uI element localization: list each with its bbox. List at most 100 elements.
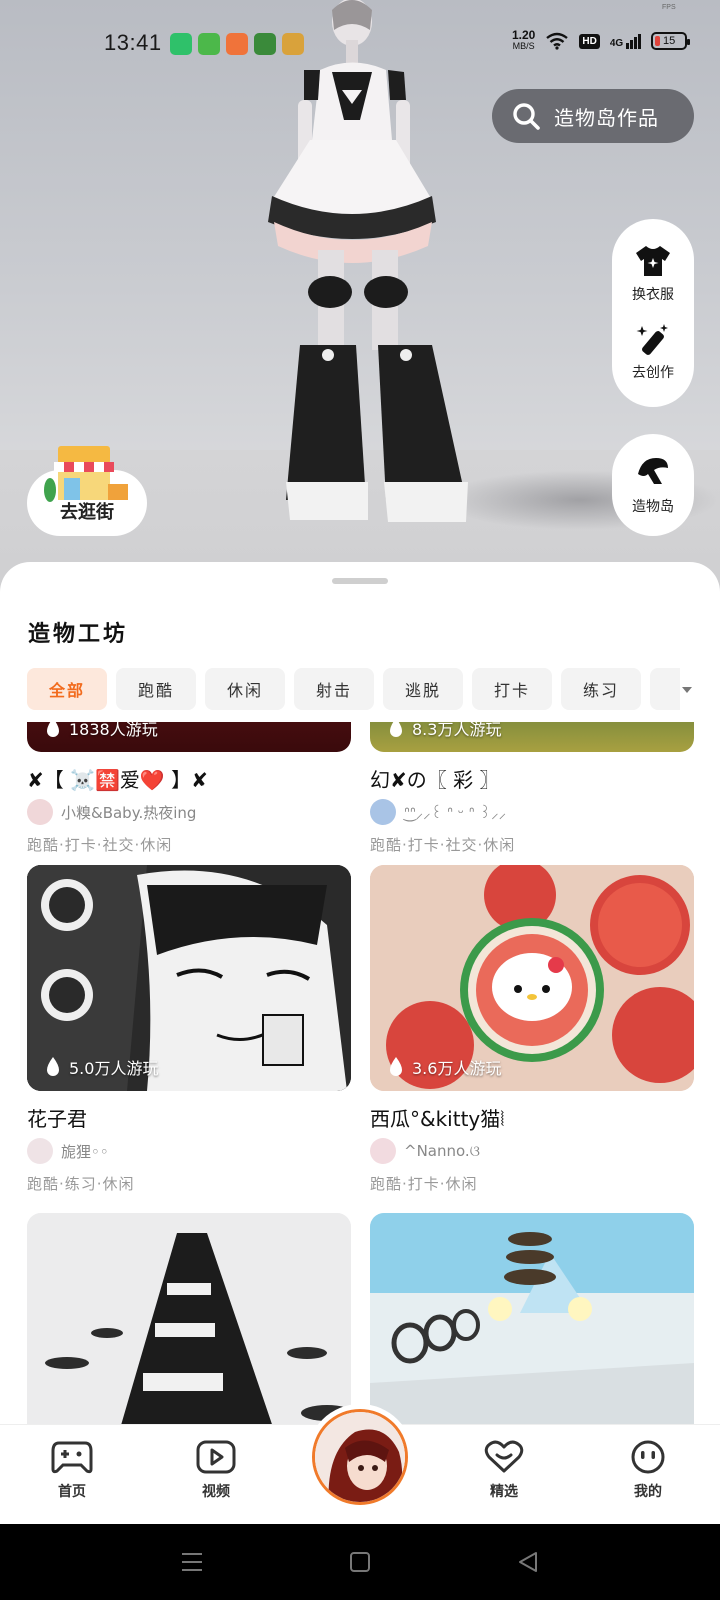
- filter-tab-shooting[interactable]: 射击: [294, 668, 374, 710]
- battery-icon: 15: [651, 32, 691, 50]
- work-title: ✘【 ☠️🈲爱❤️ 】✘: [27, 768, 208, 792]
- filter-tab-escape[interactable]: 逃脱: [383, 668, 463, 710]
- center-avatar: [312, 1409, 408, 1505]
- work-author[interactable]: ^Nanno.ଓ: [370, 1137, 694, 1165]
- work-tags: 跑酷·打卡·社交·休闲: [370, 836, 516, 854]
- search-works-button[interactable]: 造物岛作品: [492, 89, 694, 143]
- net-speed-value: 1.20: [512, 28, 536, 42]
- system-nav-bar: [0, 1524, 720, 1600]
- nav-mine[interactable]: 我的: [608, 1439, 688, 1501]
- work-card[interactable]: 1838人游玩 ✘【 ☠️🈲爱❤️ 】✘ 小糗&Baby.热夜ing 跑酷·打卡…: [27, 722, 351, 855]
- play-count-text: 8.3万人游玩: [412, 722, 502, 739]
- work-thumbnail[interactable]: [27, 1213, 351, 1424]
- side-tools-panel: 换衣服 去创作: [612, 219, 694, 407]
- play-count-text: 5.0万人游玩: [69, 1059, 159, 1078]
- work-title: 西瓜°&kitty猫⦚: [370, 1107, 505, 1131]
- filter-tab-practice[interactable]: 练习: [561, 668, 641, 710]
- go-create-button[interactable]: 去创作: [632, 322, 674, 382]
- work-thumbnail[interactable]: 3.6万人游玩: [370, 865, 694, 1091]
- change-clothes-label: 换衣服: [632, 287, 674, 303]
- flame-icon: [390, 722, 402, 737]
- back-triangle-icon[interactable]: [514, 1548, 542, 1576]
- smile-face-icon: [631, 1440, 665, 1474]
- notif-app-icon: [170, 33, 192, 55]
- nav-video[interactable]: 视频: [176, 1439, 256, 1501]
- filter-tab-casual[interactable]: 休闲: [205, 668, 285, 710]
- net-speed-unit: MB/S: [512, 41, 535, 51]
- net-speed: 1.20 MB/S: [512, 28, 536, 52]
- nav-mine-label: 我的: [634, 1484, 662, 1500]
- work-author[interactable]: 旎狸◦◦: [27, 1137, 351, 1165]
- author-avatar: [370, 799, 396, 825]
- menu-icon[interactable]: [178, 1548, 206, 1576]
- work-tags: 跑酷·打卡·社交·休闲: [27, 836, 173, 854]
- play-count: 8.3万人游玩: [388, 722, 501, 740]
- shop-icon: [44, 446, 128, 502]
- status-indicators: 1.20 MB/S HD 4G 15: [512, 28, 691, 52]
- notification-icons: [170, 33, 304, 55]
- nav-video-label: 视频: [202, 1484, 230, 1500]
- fps-label: FPS: [662, 4, 676, 11]
- magic-wand-icon: [636, 324, 668, 355]
- filter-tab-parkour[interactable]: 跑酷: [116, 668, 196, 710]
- work-tags: 跑酷·打卡·休闲: [370, 1175, 478, 1193]
- notif-app-icon: [198, 33, 220, 55]
- work-thumbnail[interactable]: 5.0万人游玩: [27, 865, 351, 1091]
- play-count-text: 1838人游玩: [69, 722, 158, 739]
- signal-icon: 4G: [609, 33, 642, 49]
- work-author[interactable]: 小糗&Baby.热夜ing: [27, 798, 351, 826]
- filter-expand-button[interactable]: [672, 672, 702, 708]
- notif-app-icon: [254, 33, 276, 55]
- ice-track-artwork: [370, 1213, 694, 1424]
- avatar-portrait: [315, 1412, 405, 1502]
- play-count: 1838人游玩: [45, 722, 158, 740]
- work-title: 幻✘の〖 彩 〗: [370, 768, 500, 792]
- search-icon: [513, 103, 540, 130]
- play-count: 5.0万人游玩: [45, 1055, 158, 1079]
- work-card[interactable]: 3.6万人游玩 西瓜°&kitty猫⦚ ^Nanno.ଓ 跑酷·打卡·休闲: [370, 865, 694, 1194]
- work-tags: 跑酷·练习·休闲: [27, 1175, 135, 1193]
- filter-tab-checkin[interactable]: 打卡: [472, 668, 552, 710]
- work-thumbnail[interactable]: [370, 1213, 694, 1424]
- author-avatar: [27, 799, 53, 825]
- filter-tab-all[interactable]: 全部: [27, 668, 107, 710]
- hd-badge: HD: [579, 33, 600, 49]
- work-card[interactable]: 8.3万人游玩 幻✘の〖 彩 〗 ᐢ͜ᐢ⸝⸝꒰ ᐢ ᵕ ᐢ ꒱⸝⸝ 跑酷·打卡·…: [370, 722, 694, 855]
- nav-home-label: 首页: [58, 1484, 86, 1500]
- tshirt-icon: [636, 246, 670, 276]
- status-bar: FPS 13:41 1.20 MB/S HD 4G 15: [0, 0, 720, 88]
- notif-app-icon: [282, 33, 304, 55]
- island-button[interactable]: 造物岛: [612, 434, 694, 536]
- nav-home[interactable]: 首页: [32, 1439, 112, 1501]
- work-thumbnail[interactable]: 8.3万人游玩: [370, 722, 694, 752]
- author-name: ^Nanno.ଓ: [404, 1142, 481, 1160]
- work-title: 花子君: [27, 1107, 87, 1131]
- work-author[interactable]: ᐢ͜ᐢ⸝⸝꒰ ᐢ ᵕ ᐢ ꒱⸝⸝: [370, 798, 694, 826]
- work-card[interactable]: [370, 1213, 694, 1424]
- sheet-grabber[interactable]: [332, 578, 388, 584]
- work-thumbnail[interactable]: 1838人游玩: [27, 722, 351, 752]
- home-square-icon[interactable]: [346, 1548, 374, 1576]
- work-card[interactable]: 5.0万人游玩 花子君 旎狸◦◦ 跑酷·练习·休闲: [27, 865, 351, 1194]
- nav-featured-label: 精选: [490, 1484, 518, 1500]
- network-type: 4G: [609, 37, 624, 49]
- parkour-track-artwork: [27, 1213, 351, 1424]
- work-card[interactable]: [27, 1213, 351, 1424]
- works-grid: 1838人游玩 ✘【 ☠️🈲爱❤️ 】✘ 小糗&Baby.热夜ing 跑酷·打卡…: [0, 722, 720, 1424]
- nav-featured[interactable]: 精选: [464, 1439, 544, 1501]
- author-avatar: [370, 1138, 396, 1164]
- chevron-down-icon: [682, 687, 692, 693]
- author-name: ᐢ͜ᐢ⸝⸝꒰ ᐢ ᵕ ᐢ ꒱⸝⸝: [404, 803, 507, 822]
- author-name: 小糗&Baby.热夜ing: [61, 803, 197, 822]
- avatar-scene[interactable]: FPS 13:41 1.20 MB/S HD 4G 15 造物岛作品 换衣服 去…: [0, 0, 720, 600]
- play-count-text: 3.6万人游玩: [412, 1059, 502, 1078]
- play-count: 3.6万人游玩: [388, 1055, 501, 1079]
- change-clothes-button[interactable]: 换衣服: [632, 244, 674, 304]
- flame-icon: [47, 1057, 59, 1076]
- wifi-icon: [546, 32, 569, 50]
- go-create-label: 去创作: [632, 365, 674, 381]
- author-name: 旎狸◦◦: [61, 1142, 109, 1161]
- sheet-title: 造物工坊: [28, 622, 129, 647]
- nav-center-avatar-button[interactable]: [307, 1404, 413, 1510]
- author-avatar: [27, 1138, 53, 1164]
